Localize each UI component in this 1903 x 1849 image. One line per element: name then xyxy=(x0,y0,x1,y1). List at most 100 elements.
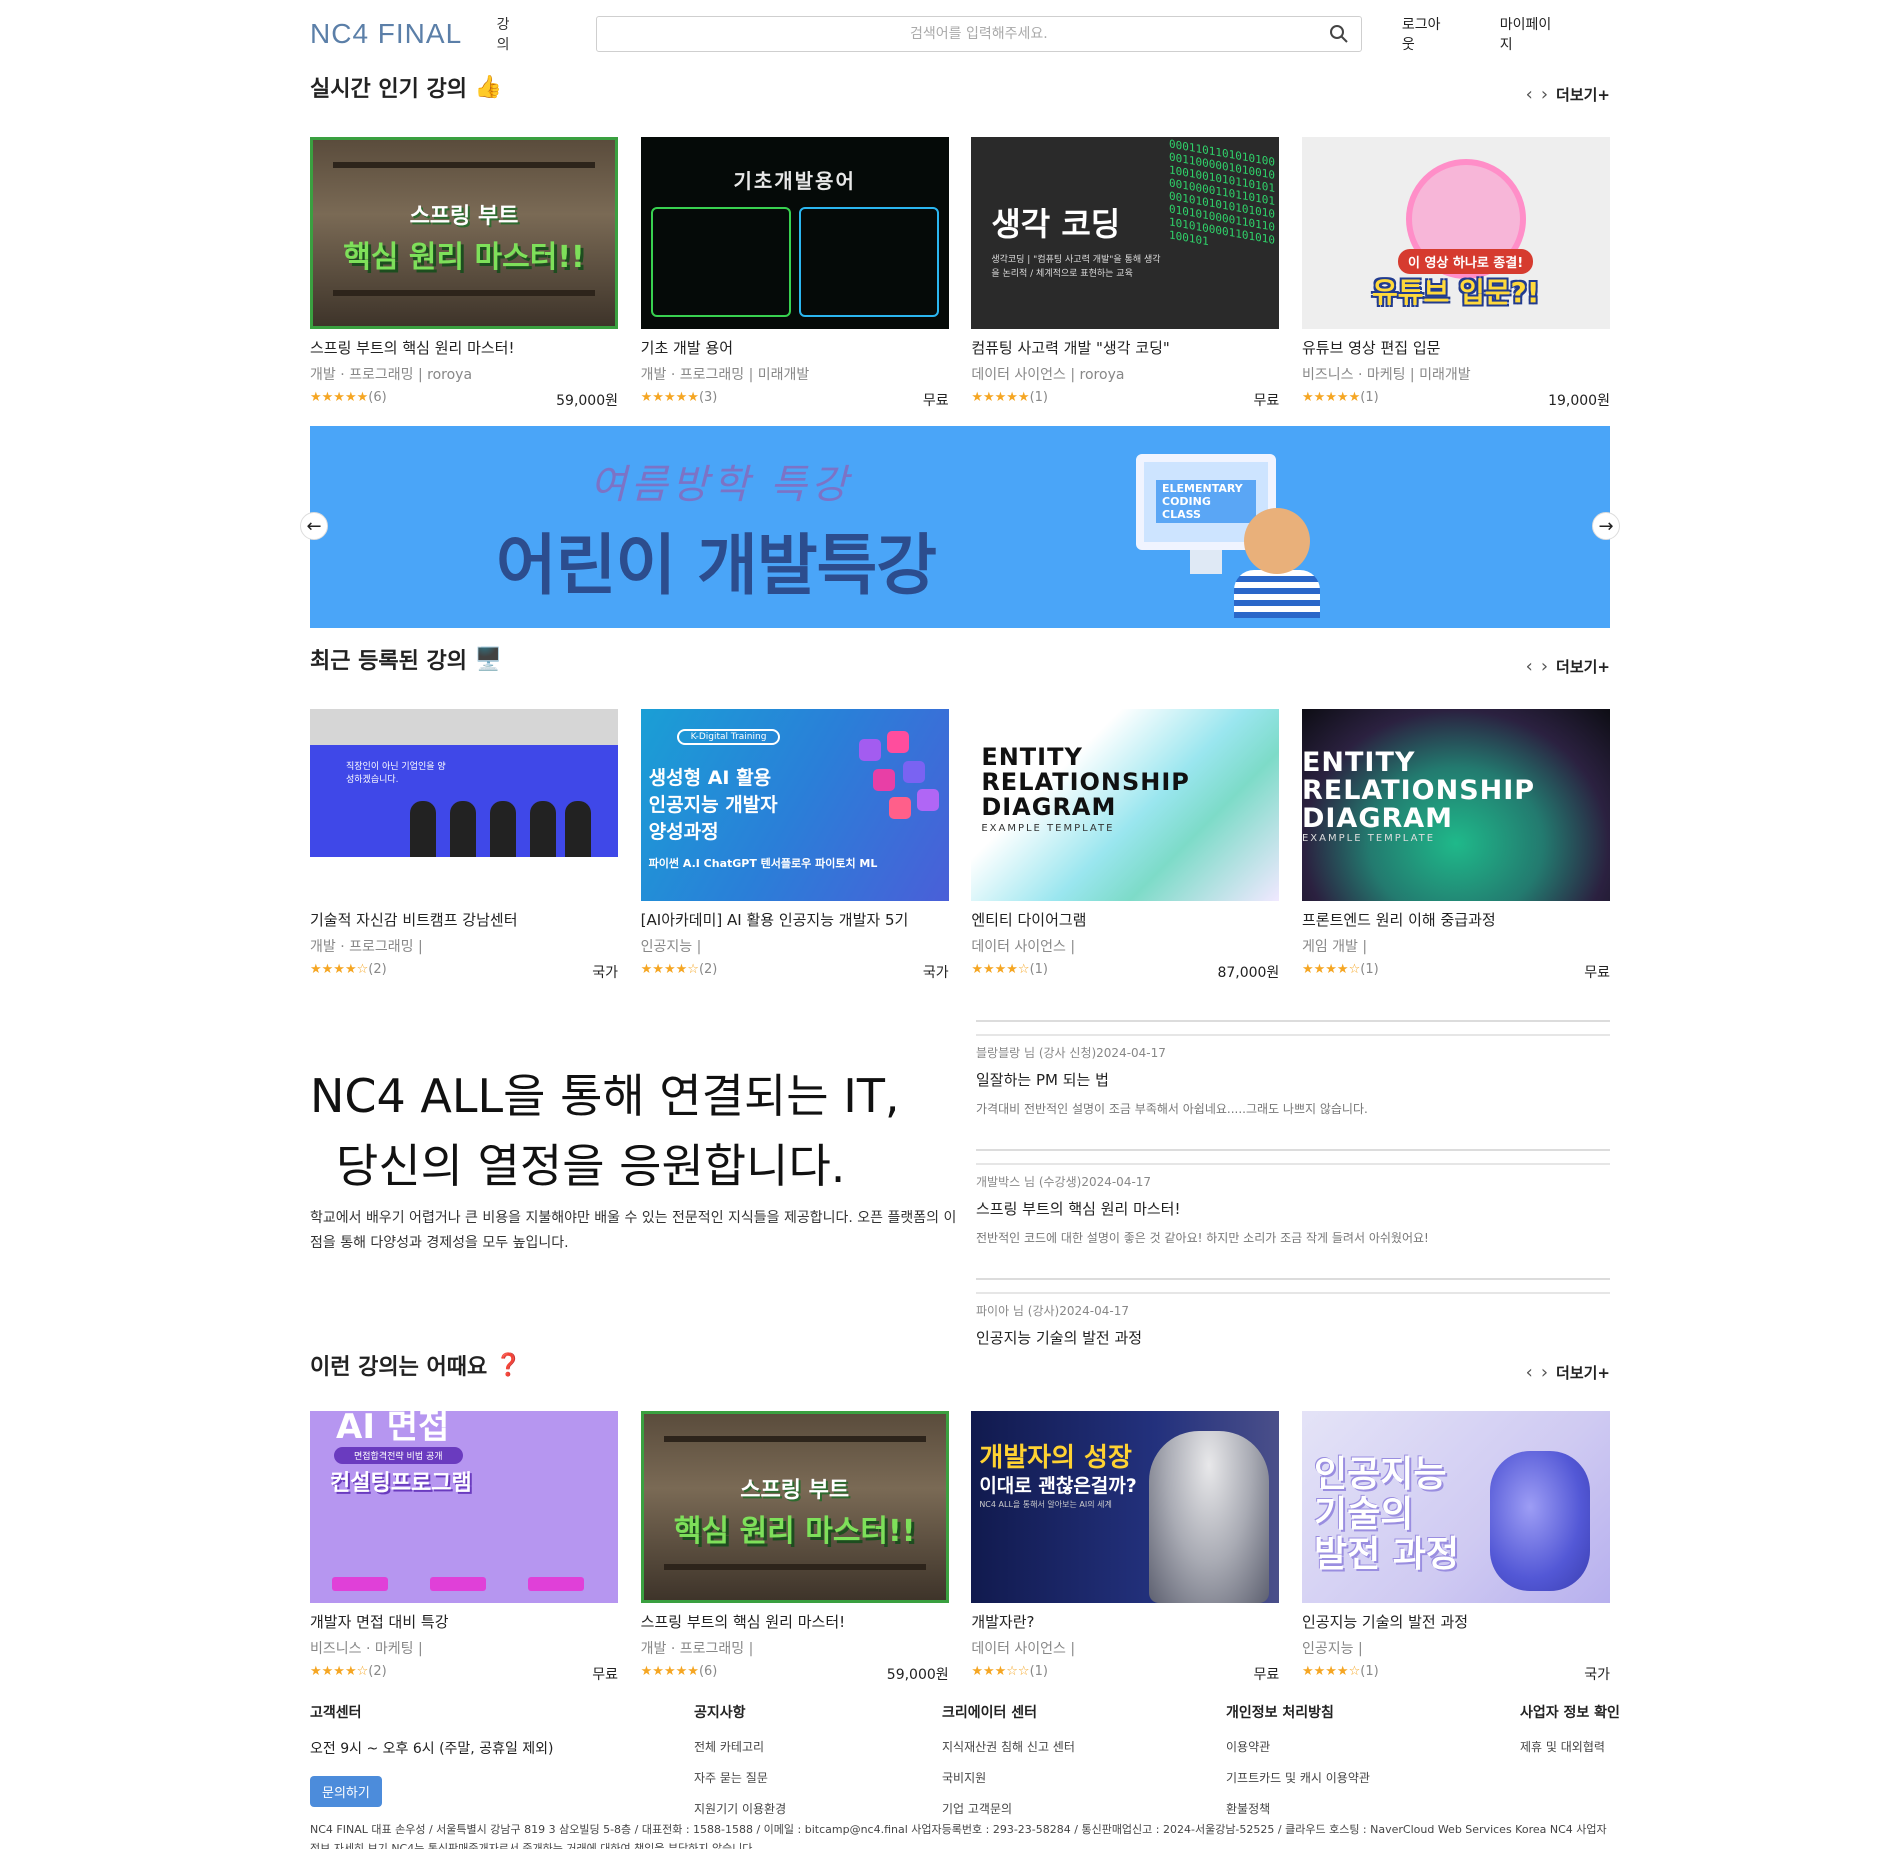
chevron-right-icon[interactable]: › xyxy=(1541,656,1548,677)
course-card[interactable]: AI 면접 면접합격전략 비법 공개 컨설팅프로그램 개발자 면접 대비 특강 … xyxy=(310,1411,618,1684)
more-link[interactable]: 더보기+ xyxy=(1556,1362,1610,1383)
course-card[interactable]: ENTITY RELATIONSHIP DIAGRAM EXAMPLE TEMP… xyxy=(1301,709,1610,982)
course-title[interactable]: 개발자란? xyxy=(971,1611,1279,1632)
thumb-title: 인공지능 기술의 발전 과정 xyxy=(1313,1454,1459,1575)
course-card[interactable]: 인공지능 기술의 발전 과정 인공지능 기술의 발전 과정 인공지능 | ★★★… xyxy=(1301,1411,1610,1684)
search-icon[interactable] xyxy=(1329,24,1349,48)
course-thumbnail[interactable]: ENTITY RELATIONSHIP DIAGRAM EXAMPLE TEMP… xyxy=(1301,709,1610,901)
course-thumbnail[interactable]: 개발자의 성장 이대로 괜찮은걸까? NC4 ALL을 통해서 알아보는 AI의… xyxy=(971,1411,1280,1603)
course-thumbnail[interactable]: 스프링 부트 핵심 원리 마스터!! xyxy=(640,1411,949,1603)
course-card[interactable]: 스프링 부트 핵심 원리 마스터!! 스프링 부트의 핵심 원리 마스터! 개발… xyxy=(310,137,618,410)
footer-link[interactable]: 자주 묻는 질문 xyxy=(694,1769,942,1786)
footer-link[interactable]: 지식재산권 침해 신고 센터 xyxy=(942,1738,1226,1755)
review-item[interactable]: 파이아 님 (강사)2024-04-17 인공지능 기술의 발전 과정 xyxy=(976,1292,1610,1352)
course-title[interactable]: 프론트엔드 원리 이해 중급과정 xyxy=(1302,909,1610,930)
review-meta: 개발박스 님 (수강생)2024-04-17 xyxy=(976,1175,1152,1189)
section-title: 최근 등록된 강의 xyxy=(310,649,467,674)
course-title[interactable]: 인공지능 기술의 발전 과정 xyxy=(1302,1611,1610,1632)
course-price: 59,000원 xyxy=(886,1667,949,1683)
course-title[interactable]: 기술적 자신감 비트캠프 강남센터 xyxy=(310,909,618,930)
thumb-title: 생각 코딩 xyxy=(991,205,1121,243)
course-thumbnail[interactable]: ENTITY RELATIONSHIP DIAGRAM EXAMPLE TEMP… xyxy=(971,709,1280,901)
review-item[interactable]: 개발박스 님 (수강생)2024-04-17 스프링 부트의 핵심 원리 마스터… xyxy=(976,1163,1610,1280)
review-title[interactable]: 일잘하는 PM 되는 법 xyxy=(976,1069,1610,1090)
course-card[interactable]: 직장인이 아닌 기업인을 양성하겠습니다. 기술적 자신감 비트캠프 강남센터 … xyxy=(310,709,618,982)
review-item[interactable]: 블랑블랑 님 (강사 신청)2024-04-17 일잘하는 PM 되는 법 가격… xyxy=(976,1034,1610,1151)
course-title[interactable]: 기초 개발 용어 xyxy=(641,337,949,358)
site-logo[interactable]: NC4 FINAL xyxy=(310,18,497,50)
course-card[interactable]: 기초개발용어 기초 개발 용어 개발 · 프로그래밍 | 미래개발 ★★★★★(… xyxy=(640,137,949,410)
footer-link[interactable]: 기업 고객문의 xyxy=(942,1800,1226,1817)
course-title[interactable]: 스프링 부트의 핵심 원리 마스터! xyxy=(641,1611,949,1632)
banner-prev-arrow[interactable]: ← xyxy=(300,512,328,540)
footer-heading: 고객센터 xyxy=(310,1705,362,1721)
footer-link[interactable]: 제휴 및 대외협력 xyxy=(1520,1738,1610,1755)
chevron-left-icon[interactable]: ‹ xyxy=(1526,1362,1533,1383)
nav-lecture-link[interactable]: 강의 xyxy=(497,14,522,54)
course-title[interactable]: 스프링 부트의 핵심 원리 마스터! xyxy=(310,337,618,358)
review-title[interactable]: 스프링 부트의 핵심 원리 마스터! xyxy=(976,1198,1610,1219)
course-thumbnail[interactable]: 인공지능 기술의 발전 과정 xyxy=(1301,1411,1610,1603)
thumb-title: 개발자의 성장 xyxy=(979,1443,1132,1473)
course-thumbnail[interactable]: K-Digital Training 생성형 AI 활용 인공지능 개발자 양성… xyxy=(640,709,949,901)
review-title[interactable]: 인공지능 기술의 발전 과정 xyxy=(976,1327,1610,1348)
chevron-left-icon[interactable]: ‹ xyxy=(1526,656,1533,677)
chevron-left-icon[interactable]: ‹ xyxy=(1526,84,1533,105)
footer-link[interactable]: 환불정책 xyxy=(1226,1800,1520,1817)
rating-stars: ★★★★★(3) xyxy=(640,390,718,405)
course-title[interactable]: 엔티티 다이어그램 xyxy=(971,909,1279,930)
recent-cards: 직장인이 아닌 기업인을 양성하겠습니다. 기술적 자신감 비트캠프 강남센터 … xyxy=(310,709,1610,982)
footer-link[interactable]: 이용약관 xyxy=(1226,1738,1520,1755)
thumb-label: K-Digital Training xyxy=(676,729,781,745)
more-link[interactable]: 더보기+ xyxy=(1556,84,1610,105)
robot-illustration xyxy=(1149,1431,1270,1603)
course-title[interactable]: 개발자 면접 대비 특강 xyxy=(310,1611,618,1632)
course-thumbnail[interactable]: 기초개발용어 xyxy=(640,137,949,329)
kid-illustration xyxy=(1234,570,1320,618)
logout-link[interactable]: 로그아웃 xyxy=(1402,14,1452,54)
course-card[interactable]: 이 영상 하나로 종결! 유튜브 입문?! 유튜브 영상 편집 입문 비즈니스 … xyxy=(1301,137,1610,410)
footer-link[interactable]: 전체 카테고리 xyxy=(694,1738,942,1755)
course-title[interactable]: 유튜브 영상 편집 입문 xyxy=(1302,337,1610,358)
course-title[interactable]: [AI아카데미] AI 활용 인공지능 개발자 5기 xyxy=(641,909,949,930)
banner-screen-text: ELEMENTARY CODING CLASS xyxy=(1156,480,1256,523)
course-card[interactable]: 생각 코딩 생각코딩 | "컴퓨팅 사고력 개발"을 통해 생각을 논리적 / … xyxy=(971,137,1280,410)
course-card[interactable]: 개발자의 성장 이대로 괜찮은걸까? NC4 ALL을 통해서 알아보는 AI의… xyxy=(971,1411,1280,1684)
course-price: 59,000원 xyxy=(556,393,618,409)
site-footer: 고객센터 오전 9시 ~ 오후 6시 (주말, 공휴일 제외) 문의하기 공지사… xyxy=(310,1702,1620,1831)
search-input[interactable] xyxy=(596,17,1361,51)
chevron-right-icon[interactable]: › xyxy=(1541,84,1548,105)
rating-stars: ★★★★☆(1) xyxy=(1301,962,1379,977)
top-header: NC4 FINAL 강의 로그아웃 마이페이지 xyxy=(310,14,1610,54)
course-thumbnail[interactable]: 스프링 부트 핵심 원리 마스터!! xyxy=(310,137,618,329)
course-category: 개발 · 프로그래밍 | 미래개발 xyxy=(640,367,810,383)
course-thumbnail[interactable]: 생각 코딩 생각코딩 | "컴퓨팅 사고력 개발"을 통해 생각을 논리적 / … xyxy=(971,137,1280,329)
review-meta: 파이아 님 (강사)2024-04-17 xyxy=(976,1304,1129,1318)
course-card[interactable]: K-Digital Training 생성형 AI 활용 인공지능 개발자 양성… xyxy=(640,709,949,982)
inquiry-button[interactable]: 문의하기 xyxy=(310,1776,382,1807)
thumb-title: 기초개발용어 xyxy=(733,169,856,193)
course-category: 인공지능 | xyxy=(1301,1641,1363,1657)
chevron-right-icon[interactable]: › xyxy=(1541,1362,1548,1383)
footer-link[interactable]: 지원기기 이용환경 xyxy=(694,1800,942,1817)
popular-cards: 스프링 부트 핵심 원리 마스터!! 스프링 부트의 핵심 원리 마스터! 개발… xyxy=(310,137,1610,410)
mypage-link[interactable]: 마이페이지 xyxy=(1500,14,1562,54)
promo-banner[interactable]: 여름방학 특강 어린이 개발특강 ELEMENTARY CODING CLASS… xyxy=(300,426,1620,628)
course-title[interactable]: 컴퓨팅 사고력 개발 "생각 코딩" xyxy=(971,337,1279,358)
more-link[interactable]: 더보기+ xyxy=(1556,656,1610,677)
course-card[interactable]: ENTITY RELATIONSHIP DIAGRAM EXAMPLE TEMP… xyxy=(971,709,1280,982)
course-price: 무료 xyxy=(592,1667,618,1683)
question-icon: ❓ xyxy=(494,1352,523,1378)
rating-stars: ★★★★☆(2) xyxy=(310,962,387,977)
footer-link[interactable]: 기프트카드 및 캐시 이용약관 xyxy=(1226,1769,1520,1786)
course-thumbnail[interactable]: AI 면접 면접합격전략 비법 공개 컨설팅프로그램 xyxy=(310,1411,618,1603)
course-card[interactable]: 스프링 부트 핵심 원리 마스터!! 스프링 부트의 핵심 원리 마스터! 개발… xyxy=(640,1411,949,1684)
course-thumbnail[interactable]: 직장인이 아닌 기업인을 양성하겠습니다. xyxy=(310,709,618,901)
banner-next-arrow[interactable]: → xyxy=(1592,512,1620,540)
thumb-big: 핵심 원리 마스터!! xyxy=(343,240,585,275)
footer-link[interactable]: 국비지원 xyxy=(942,1769,1226,1786)
footer-col: 공지사항 전체 카테고리 자주 묻는 질문 지원기기 이용환경 xyxy=(694,1702,942,1831)
course-thumbnail[interactable]: 이 영상 하나로 종결! 유튜브 입문?! xyxy=(1301,137,1610,329)
recent-section: 최근 등록된 강의 🖥️ ‹ › 더보기+ xyxy=(310,642,1610,677)
footer-heading: 크리에이터 센터 xyxy=(942,1705,1038,1721)
